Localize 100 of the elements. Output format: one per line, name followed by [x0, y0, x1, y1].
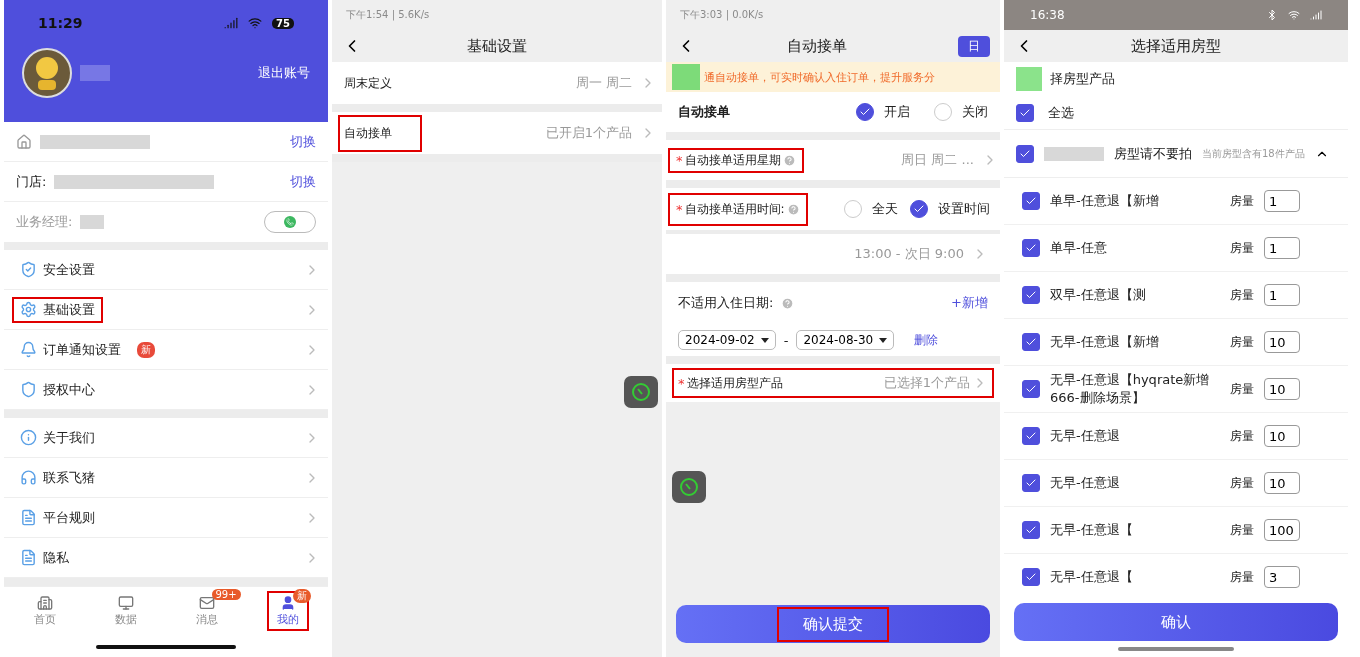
checkbox[interactable]	[1022, 333, 1040, 351]
quantity-field[interactable]: 10	[1264, 472, 1300, 494]
radio-button[interactable]	[910, 200, 928, 218]
confirm-button[interactable]: 确认	[1014, 603, 1338, 641]
setting-label[interactable]: 周末定义	[344, 74, 392, 92]
wifi-icon	[1288, 9, 1300, 21]
status-text: 下午3:03 | 0.0K/s	[680, 8, 764, 22]
delete-link[interactable]: 删除	[914, 331, 939, 349]
quantity-label: 房量	[1230, 427, 1254, 445]
field-label[interactable]: 自动接单适用星期	[684, 151, 781, 169]
switch-link[interactable]: 切换	[290, 132, 316, 151]
page-title: 自动接单	[786, 36, 848, 56]
checkbox[interactable]	[1016, 144, 1034, 163]
quantity-field[interactable]: 1	[1264, 190, 1300, 212]
quantity-label: 房量	[1230, 192, 1254, 210]
quantity-label: 房量	[1230, 474, 1254, 492]
shield-icon	[20, 381, 37, 398]
menu-item-label[interactable]: 隐私	[43, 548, 69, 567]
menu-item-label[interactable]: 订单通知设置	[43, 340, 121, 359]
tab-badge: 99+	[211, 588, 241, 600]
menu-item-label[interactable]: 联系飞猪	[43, 468, 95, 487]
signal-icon	[1310, 9, 1322, 21]
document-icon	[20, 509, 37, 526]
blurred-area	[672, 64, 700, 90]
quantity-label: 房量	[1230, 286, 1254, 304]
wifi-icon	[248, 16, 263, 30]
tab[interactable]: 99+ 消息	[166, 587, 247, 634]
tab-badge: 新	[292, 588, 311, 603]
quantity-field[interactable]: 100	[1264, 519, 1300, 541]
product-name: 无早-任意退【hyqrate新增666-删除场景】	[1050, 371, 1211, 407]
menu-item-label[interactable]: 授权中心	[43, 380, 95, 399]
field-label: 不适用入住日期:	[678, 294, 774, 312]
manager-label: 业务经理:	[16, 213, 73, 231]
checkbox[interactable]	[1022, 568, 1040, 586]
headset-icon	[20, 469, 37, 486]
start-date-select[interactable]: 2024-09-02	[678, 330, 776, 350]
floating-debug-button[interactable]	[624, 376, 658, 408]
quantity-field[interactable]: 10	[1264, 425, 1300, 447]
menu-item-label[interactable]: 基础设置	[43, 300, 95, 319]
blurred-area	[1044, 146, 1104, 161]
add-link[interactable]: +新增	[951, 294, 988, 312]
quantity-field[interactable]: 10	[1264, 331, 1300, 353]
checkbox[interactable]	[1022, 474, 1040, 492]
check-icon	[1025, 571, 1037, 583]
check-icon	[1025, 195, 1037, 207]
check-icon	[1025, 524, 1037, 536]
setting-value: 已开启1个产品	[545, 124, 632, 142]
tab[interactable]: 首页	[4, 587, 85, 634]
signal-icon	[224, 16, 239, 30]
product-name: 单早-任意	[1050, 239, 1108, 257]
radio-label: 关闭	[962, 103, 988, 121]
blurred-name	[80, 65, 110, 81]
checkbox[interactable]	[1016, 103, 1034, 122]
checkbox[interactable]	[1022, 380, 1040, 398]
info-icon	[20, 429, 37, 446]
submit-button[interactable]: 确认提交	[676, 605, 990, 643]
floating-debug-button[interactable]	[672, 471, 706, 503]
quantity-label: 房量	[1230, 333, 1254, 351]
field-label[interactable]: 自动接单适用时间:	[684, 200, 785, 218]
menu-item-label[interactable]: 关于我们	[43, 428, 95, 447]
blurred-manager-name	[80, 215, 105, 229]
product-name: 无早-任意退【	[1050, 521, 1134, 539]
radio-button[interactable]	[856, 103, 874, 121]
quantity-field[interactable]: 10	[1264, 378, 1300, 400]
tab[interactable]: 新 我的	[247, 587, 328, 634]
log-button[interactable]: 日	[958, 35, 990, 57]
checkbox[interactable]	[1022, 521, 1040, 539]
required-mark: *	[676, 201, 683, 217]
checkbox[interactable]	[1022, 427, 1040, 445]
blurred-area	[1016, 67, 1042, 91]
checkbox[interactable]	[1022, 192, 1040, 210]
checkbox[interactable]	[1022, 286, 1040, 304]
checkbox[interactable]	[1022, 239, 1040, 257]
menu-item-label[interactable]: 平台规则	[43, 508, 95, 527]
quantity-field[interactable]: 1	[1264, 237, 1300, 259]
required-mark: *	[678, 375, 685, 391]
field-label[interactable]: 选择适用房型产品	[686, 374, 783, 392]
dial-icon	[630, 381, 652, 403]
radio-label: 全天	[872, 200, 898, 218]
select-all-label: 全选	[1048, 103, 1074, 122]
product-name: 单早-任意退【新增	[1050, 192, 1160, 210]
check-icon	[1025, 430, 1037, 442]
logout-link[interactable]: 退出账号	[258, 64, 310, 82]
help-icon	[782, 153, 796, 167]
product-value: 已选择1个产品	[883, 374, 970, 392]
building-icon	[36, 594, 53, 611]
product-name: 无早-任意退【新增	[1050, 333, 1160, 351]
help-icon	[781, 296, 795, 310]
quantity-field[interactable]: 3	[1264, 566, 1300, 588]
setting-label[interactable]: 自动接单	[344, 124, 392, 142]
room-type-name: 房型请不要拍	[1114, 144, 1192, 163]
quantity-field[interactable]: 1	[1264, 284, 1300, 306]
product-count-note: 当前房型含有18件产品	[1202, 146, 1305, 161]
end-date-select[interactable]: 2024-08-30	[796, 330, 895, 350]
tab[interactable]: 数据	[85, 587, 166, 634]
document-icon	[20, 549, 37, 566]
product-name: 无早-任意退【	[1050, 568, 1134, 586]
store-label: 门店:	[16, 172, 47, 191]
menu-item-label[interactable]: 安全设置	[43, 260, 95, 279]
switch-link[interactable]: 切换	[290, 172, 316, 191]
